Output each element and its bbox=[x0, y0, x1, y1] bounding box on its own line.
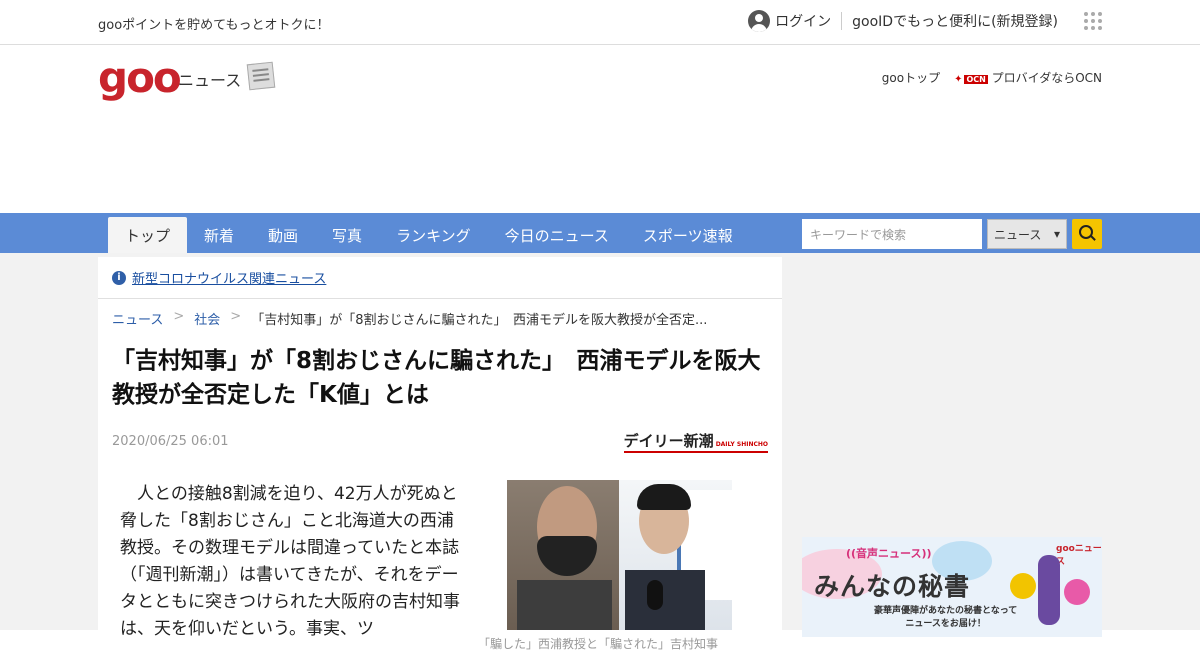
caret-down-icon: ▾ bbox=[1053, 227, 1060, 241]
search-input[interactable]: キーワードで検索 bbox=[802, 219, 982, 249]
main-nav: トップ 新着 動画 写真 ランキング 今日のニュース スポーツ速報 キーワードで… bbox=[0, 213, 1200, 253]
breadcrumb-current: 「吉村知事」が「8割おじさんに騙された」 西浦モデルを阪大教授が全否定... bbox=[251, 313, 708, 328]
ad-subtext-line-1: 豪華声優陣があなたの秘書となって bbox=[874, 606, 1018, 616]
goo-top-link[interactable]: gooトップ bbox=[882, 69, 940, 86]
source-name: デイリー新潮 bbox=[623, 432, 714, 450]
goo-logo[interactable]: goo bbox=[98, 53, 182, 102]
account-area: ログイン gooIDでもっと便利に(新規登録) bbox=[748, 10, 1102, 32]
divider bbox=[841, 12, 843, 30]
tab-top[interactable]: トップ bbox=[108, 217, 188, 253]
register-link[interactable]: gooIDでもっと便利に(新規登録) bbox=[852, 11, 1058, 31]
character-pink-icon bbox=[1064, 579, 1090, 605]
article-panel: i 新型コロナウイルス関連ニュース ニュース > 社会 > 「吉村知事」が「8割… bbox=[98, 257, 782, 651]
notice-bar: i 新型コロナウイルス関連ニュース bbox=[98, 257, 782, 299]
points-promo-link[interactable]: gooポイントを貯めてもっとオトクに！ bbox=[98, 14, 330, 33]
ad-voice-label: ((音声ニュース)) bbox=[846, 547, 932, 560]
photo-caption: 「騙した」西浦教授と「騙された」吉村知事 bbox=[478, 637, 719, 651]
breadcrumb-society[interactable]: 社会 bbox=[194, 309, 220, 328]
breadcrumb-news[interactable]: ニュース bbox=[112, 309, 163, 328]
ocn-logo-icon: ✦ OCN bbox=[954, 74, 988, 85]
site-header: goo ニュース gooトップ ✦ OCN プロバイダならOCN bbox=[0, 45, 1200, 213]
tab-new[interactable]: 新着 bbox=[187, 217, 251, 253]
breadcrumb-separator: > bbox=[230, 309, 242, 324]
ocn-label: プロバイダならOCN bbox=[991, 71, 1102, 85]
nav-tabs: トップ 新着 動画 写真 ランキング 今日のニュース スポーツ速報 bbox=[108, 217, 750, 253]
login-label: ログイン bbox=[775, 14, 832, 30]
ad-headline: みんなの秘書 bbox=[814, 572, 971, 601]
article-title: 「吉村知事」が「8割おじさんに騙された」 西浦モデルを阪大教授が全否定した「K値… bbox=[112, 348, 761, 408]
ad-subtext: 豪華声優陣があなたの秘書となって ニュースをお届け！ bbox=[874, 605, 1017, 631]
ad-subtext-line-2: ニュースをお届け！ bbox=[905, 619, 986, 629]
breadcrumb-separator: > bbox=[173, 309, 185, 324]
user-icon bbox=[748, 10, 771, 32]
info-icon: i bbox=[112, 270, 126, 285]
login-link[interactable]: ログイン bbox=[748, 10, 831, 32]
header-links: gooトップ ✦ OCN プロバイダならOCN bbox=[882, 69, 1102, 86]
search-button[interactable] bbox=[1072, 219, 1102, 249]
tab-photo[interactable]: 写真 bbox=[315, 217, 379, 253]
top-bar: gooポイントを貯めてもっとオトクに！ ログイン gooIDでもっと便利に(新規… bbox=[0, 0, 1200, 45]
section-title[interactable]: ニュース bbox=[178, 67, 241, 91]
apps-grid-icon[interactable] bbox=[1084, 12, 1102, 30]
tab-sports[interactable]: スポーツ速報 bbox=[626, 217, 750, 253]
source-logo[interactable]: デイリー新潮 DAILY SHINCHO bbox=[623, 430, 768, 453]
tab-today[interactable]: 今日のニュース bbox=[488, 217, 626, 253]
breadcrumb: ニュース > 社会 > 「吉村知事」が「8割おじさんに騙された」 西浦モデルを阪… bbox=[98, 299, 782, 328]
ad-brand: gooニュース bbox=[1056, 544, 1102, 567]
character-yellow-icon bbox=[1010, 573, 1036, 599]
publish-date: 2020/06/25 06:01 bbox=[112, 434, 229, 449]
character-purple-icon bbox=[1038, 555, 1060, 625]
search-scope-select[interactable]: ニュース ▾ bbox=[987, 219, 1067, 249]
article-body: 人との接触8割減を迫り、42万人が死ぬと脅した「8割おじさん」こと北海道大の西浦… bbox=[120, 484, 460, 639]
search-scope-label: ニュース bbox=[994, 227, 1042, 242]
source-name-en: DAILY SHINCHO bbox=[715, 441, 768, 448]
content-area: i 新型コロナウイルス関連ニュース ニュース > 社会 > 「吉村知事」が「8割… bbox=[0, 253, 1200, 651]
tab-video[interactable]: 動画 bbox=[251, 217, 315, 253]
voice-news-banner[interactable]: ((音声ニュース)) gooニュース みんなの秘書 豪華声優陣があなたの秘書とな… bbox=[802, 537, 1102, 637]
article-meta: 2020/06/25 06:01 デイリー新潮 DAILY SHINCHO bbox=[98, 412, 782, 453]
newspaper-icon bbox=[246, 61, 276, 91]
tab-ranking[interactable]: ランキング bbox=[379, 217, 488, 253]
article-photo[interactable] bbox=[507, 480, 732, 630]
ocn-link[interactable]: ✦ OCN プロバイダならOCN bbox=[954, 69, 1102, 86]
corona-news-link[interactable]: 新型コロナウイルス関連ニュース bbox=[132, 268, 326, 287]
